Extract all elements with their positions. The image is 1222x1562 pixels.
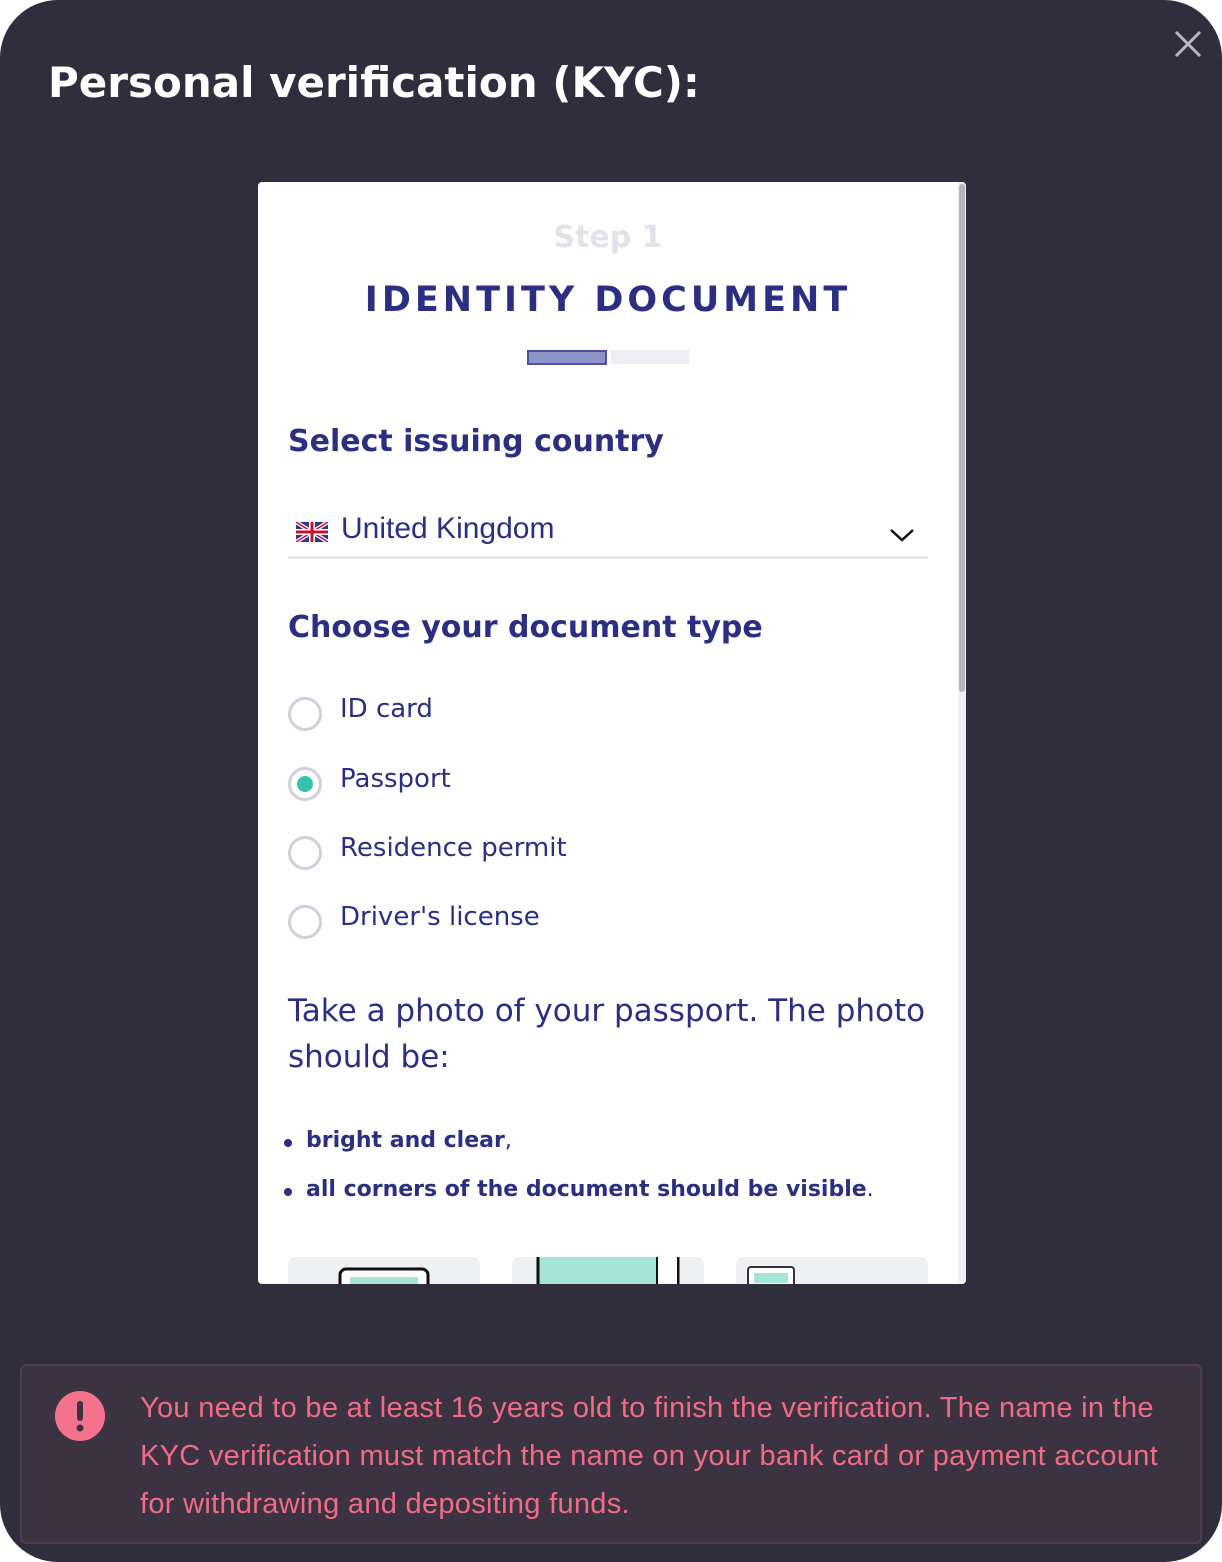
radio-button[interactable] (288, 905, 322, 939)
verification-notice: You need to be at least 16 years old to … (20, 1364, 1202, 1544)
section-title: IDENTITY DOCUMENT (364, 280, 852, 320)
document-illustration (747, 1266, 795, 1284)
radio-button[interactable] (288, 836, 322, 870)
photo-instructions: Take a photo of your passport. The photo… (288, 993, 926, 1075)
example-photo-thumbnail (736, 1257, 928, 1284)
instruction-bullet: all corners of the document should be vi… (284, 1177, 874, 1202)
exclamation-icon (55, 1391, 105, 1441)
uk-flag-icon (296, 522, 328, 542)
passport-illustration (536, 1245, 680, 1284)
country-heading: Select issuing country (288, 424, 664, 459)
radio-button[interactable] (288, 697, 322, 731)
close-icon[interactable] (1166, 22, 1210, 66)
radio-id-card[interactable]: ID card (288, 694, 888, 734)
document-type-heading: Choose your document type (288, 610, 763, 645)
id-card-illustration (338, 1267, 430, 1284)
radio-label: Driver's license (340, 902, 540, 932)
scrollbar-thumb[interactable] (959, 184, 965, 692)
scrollbar[interactable] (958, 182, 966, 1284)
country-select[interactable]: United Kingdom (288, 512, 928, 559)
radio-button-checked[interactable] (288, 767, 322, 801)
progress-step-1 (527, 350, 607, 365)
example-photo-thumbnail (288, 1257, 480, 1284)
kyc-modal: Personal verification (KYC): Step 1 IDEN… (0, 0, 1222, 1562)
radio-drivers-license[interactable]: Driver's license (288, 902, 888, 942)
radio-label: Passport (340, 764, 451, 794)
instruction-bullet: bright and clear, (284, 1128, 512, 1153)
modal-title: Personal verification (KYC): (48, 58, 700, 107)
country-selected-value: United Kingdom (341, 512, 555, 545)
progress-step-2 (611, 350, 689, 364)
chevron-down-icon (890, 529, 914, 542)
radio-label: Residence permit (340, 833, 567, 863)
radio-passport[interactable]: Passport (288, 764, 888, 804)
radio-label: ID card (340, 694, 433, 724)
example-photo-thumbnail (512, 1245, 704, 1284)
notice-text: You need to be at least 16 years old to … (140, 1392, 1159, 1520)
radio-residence-permit[interactable]: Residence permit (288, 833, 888, 873)
verification-card: Step 1 IDENTITY DOCUMENT Select issuing … (258, 182, 966, 1284)
step-label: Step 1 (553, 220, 663, 255)
